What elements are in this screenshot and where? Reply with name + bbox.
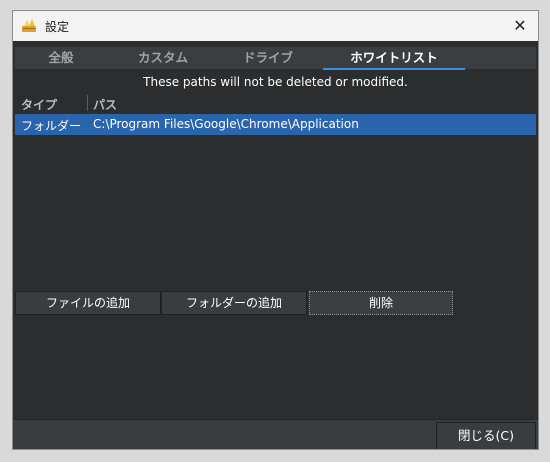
whitelist-list-empty-area[interactable] <box>15 135 536 295</box>
title-bar: 設定 ✕ <box>13 11 538 41</box>
column-header-type[interactable]: タイプ <box>21 96 57 113</box>
column-divider[interactable] <box>87 95 88 111</box>
window-title: 設定 <box>45 20 70 34</box>
dialog-body: 全般 カスタム ドライブ ホワイトリスト These paths will no… <box>13 41 538 449</box>
add-file-button[interactable]: ファイルの追加 <box>15 291 161 315</box>
add-folder-button[interactable]: フォルダーの追加 <box>161 291 307 315</box>
tab-bar: 全般 カスタム ドライブ ホワイトリスト <box>15 47 536 70</box>
whitelist-notice: These paths will not be deleted or modif… <box>143 75 408 89</box>
list-item-path: C:\Program Files\Google\Chrome\Applicati… <box>93 117 359 131</box>
broom-icon <box>21 17 39 33</box>
close-button[interactable]: 閉じる(C) <box>436 422 536 449</box>
tab-whitelist[interactable]: ホワイトリスト <box>323 47 465 69</box>
active-tab-indicator <box>323 68 465 70</box>
settings-dialog: 設定 ✕ 全般 カスタム ドライブ ホワイトリスト These paths wi… <box>12 10 539 450</box>
list-item[interactable]: フォルダー C:\Program Files\Google\Chrome\App… <box>15 114 536 135</box>
footer-bar: 閉じる(C) <box>13 419 538 449</box>
column-header-path[interactable]: パス <box>93 96 117 113</box>
tab-custom[interactable]: カスタム <box>113 47 213 69</box>
tab-general[interactable]: 全般 <box>15 47 107 69</box>
list-header: タイプ パス <box>15 93 536 113</box>
list-item-type: フォルダー <box>21 119 82 133</box>
close-icon[interactable]: ✕ <box>502 11 538 41</box>
delete-button[interactable]: 削除 <box>309 291 453 315</box>
tab-drives[interactable]: ドライブ <box>213 47 323 69</box>
